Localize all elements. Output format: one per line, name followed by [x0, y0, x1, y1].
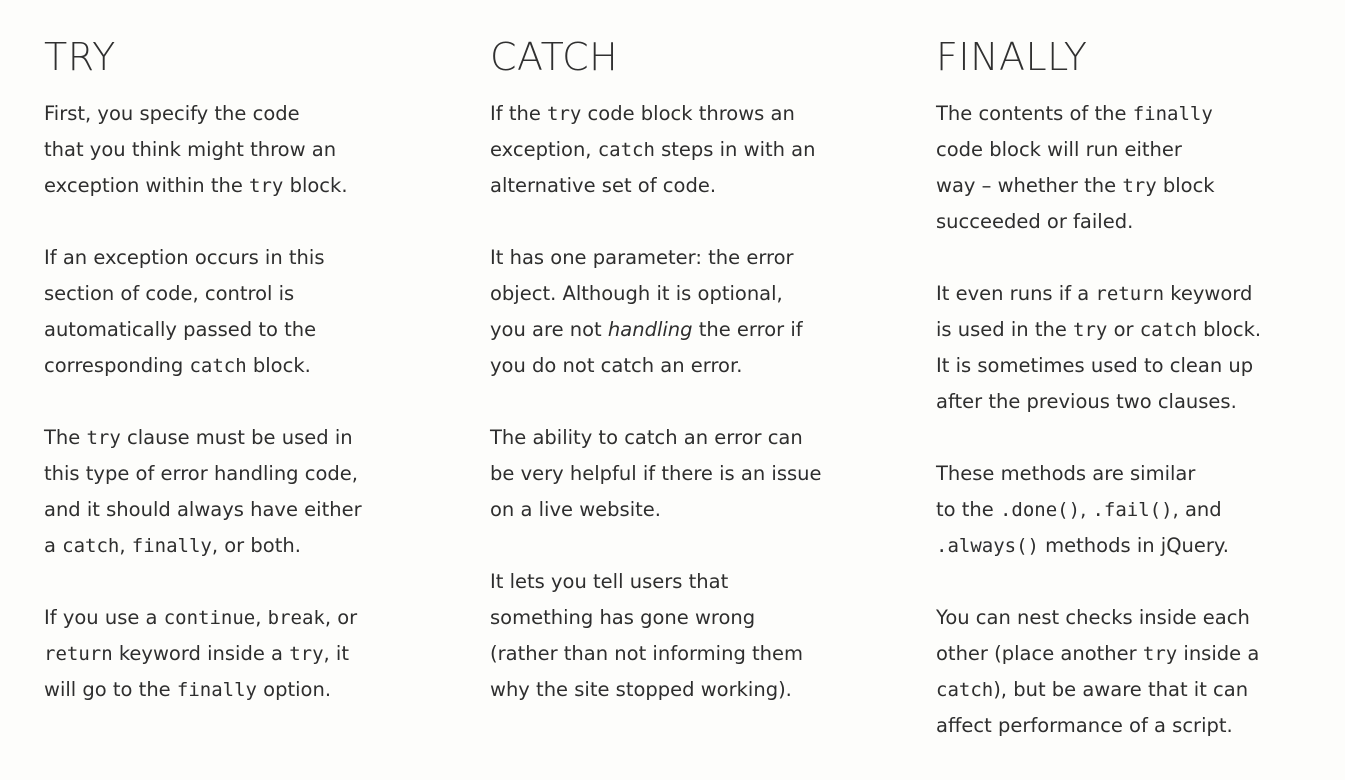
- text-run: option.: [256, 678, 332, 701]
- try-body: First, you specify the code that you thi…: [44, 96, 434, 708]
- paragraph: First, you specify the code that you thi…: [44, 96, 434, 204]
- text-run: ,: [1080, 498, 1093, 521]
- code-keyword: try: [289, 643, 324, 665]
- text-run: inside a: [1183, 642, 1260, 665]
- code-keyword: try: [1142, 643, 1178, 665]
- catch-column: CATCH If the try code block throws an ex…: [490, 34, 880, 744]
- finally-heading: FINALLY: [936, 35, 1088, 79]
- finally-body: The contents of the finally code block w…: [936, 96, 1326, 744]
- text-run: , or both.: [211, 534, 301, 557]
- code-keyword: catch: [189, 355, 247, 377]
- code-keyword: catch: [62, 535, 120, 557]
- text-run: The ability to catch an error can be ver…: [490, 426, 822, 521]
- code-keyword: .done(): [999, 499, 1081, 521]
- text-run: ,: [255, 606, 268, 629]
- paragraph: The ability to catch an error can be ver…: [490, 420, 880, 528]
- code-keyword: finally: [131, 535, 212, 557]
- code-keyword: try: [1073, 319, 1108, 341]
- paragraph: If the try code block throws an exceptio…: [490, 96, 880, 204]
- text-run: It lets you tell users that something ha…: [490, 570, 804, 701]
- code-keyword: try: [1122, 175, 1157, 197]
- catch-heading: CATCH: [490, 35, 619, 79]
- paragraph: It lets you tell users that something ha…: [490, 564, 880, 708]
- paragraph: If you use a continue, break, or return …: [44, 600, 434, 708]
- text-run: The contents of the: [936, 102, 1133, 125]
- emphasis-text: handling: [607, 318, 693, 341]
- text-run: It even runs if a: [936, 282, 1096, 305]
- text-run: , and: [1172, 498, 1222, 521]
- paragraph: It has one parameter: the error object. …: [490, 240, 880, 384]
- code-keyword: .fail(): [1092, 499, 1173, 521]
- code-keyword: break: [267, 607, 325, 629]
- try-column: TRY First, you specify the code that you…: [44, 34, 434, 744]
- text-run: , or: [324, 606, 358, 629]
- code-keyword: try: [547, 103, 582, 125]
- text-run: keyword inside a: [112, 642, 290, 665]
- code-keyword: finally: [1132, 103, 1213, 125]
- paragraph: The contents of the finally code block w…: [936, 96, 1326, 240]
- text-run: If the: [490, 102, 548, 125]
- code-keyword: try: [249, 175, 284, 197]
- code-keyword: continue: [163, 607, 256, 629]
- text-run: If you use a: [44, 606, 164, 629]
- code-keyword: catch: [597, 139, 655, 161]
- text-run: block.: [283, 174, 348, 197]
- code-keyword: return: [1095, 283, 1165, 305]
- code-keyword: catch: [1139, 319, 1197, 341]
- code-keyword: return: [44, 643, 113, 665]
- paragraph: If an exception occurs in this section o…: [44, 240, 434, 384]
- text-run: The: [44, 426, 87, 449]
- paragraph: It even runs if a return keyword is used…: [936, 276, 1326, 420]
- catch-body: If the try code block throws an exceptio…: [490, 96, 880, 708]
- code-keyword: try: [86, 427, 121, 449]
- paragraph: The try clause must be used in this type…: [44, 420, 434, 564]
- text-run: ,: [119, 534, 132, 557]
- text-run: methods in jQuery.: [1038, 534, 1229, 557]
- code-keyword: .always(): [936, 535, 1039, 557]
- code-keyword: catch: [936, 679, 994, 701]
- text-run: block.: [246, 354, 311, 377]
- code-keyword: finally: [176, 679, 257, 701]
- paragraph: You can nest checks inside each other (p…: [936, 600, 1326, 744]
- try-heading: TRY: [44, 35, 116, 79]
- text-run: or: [1107, 318, 1140, 341]
- paragraph: These methods are similar to the .done()…: [936, 456, 1326, 564]
- finally-column: FINALLY The contents of the finally code…: [936, 34, 1326, 780]
